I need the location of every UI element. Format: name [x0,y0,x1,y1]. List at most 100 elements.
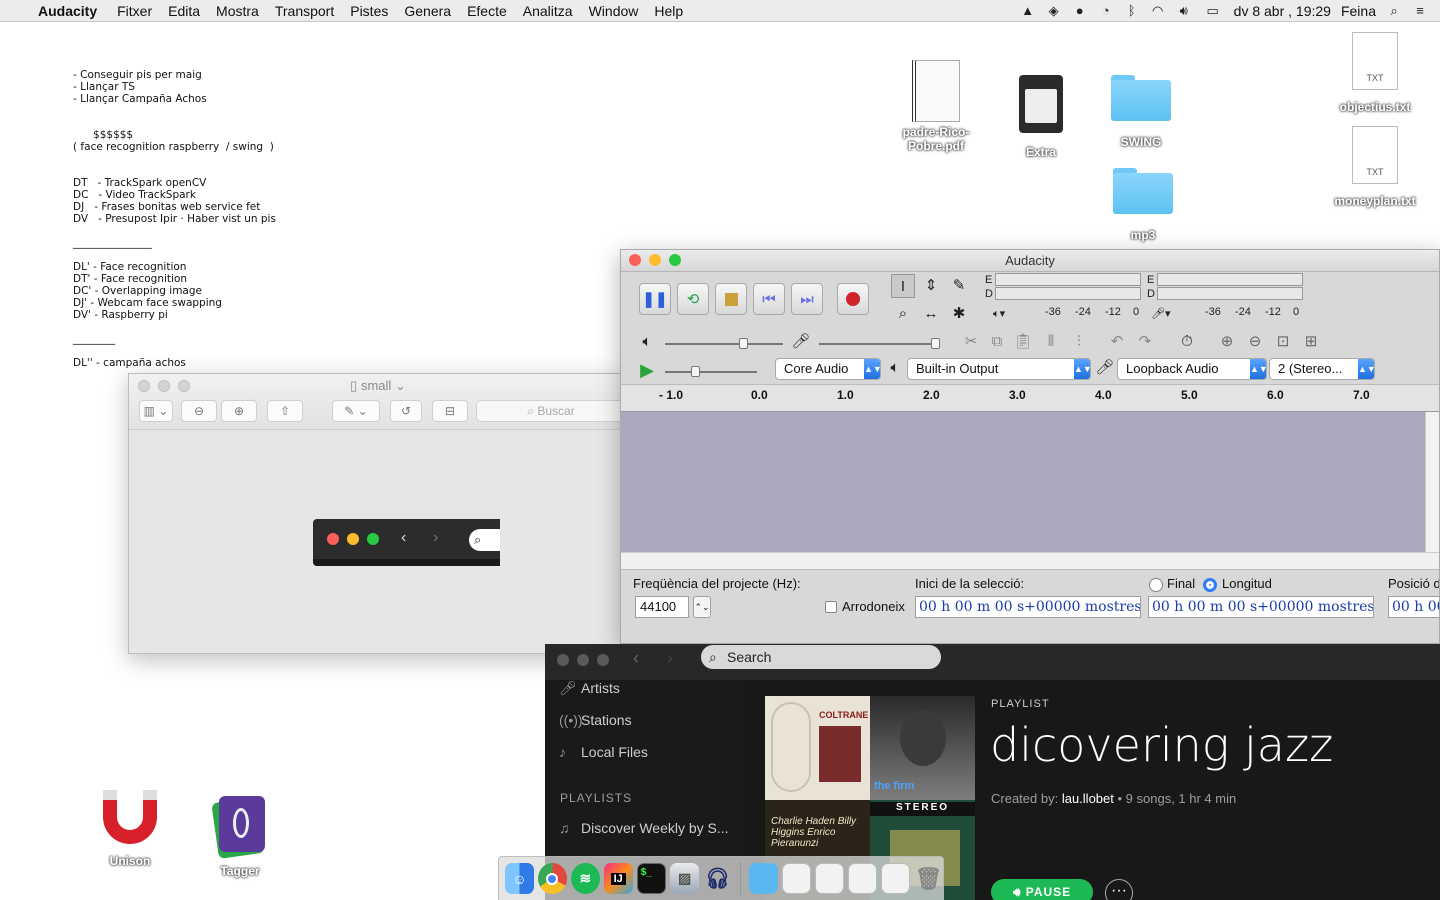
record-button[interactable] [837,283,869,315]
paste-icon[interactable]: 📋︎ [1011,330,1035,354]
bluetooth-icon[interactable]: ᛒ [1124,3,1140,19]
loop-play-button[interactable]: ⟲ [677,283,709,315]
image-stack-icon[interactable] [881,863,911,894]
menu-edita[interactable]: Edita [160,3,208,19]
recording-volume-slider[interactable] [819,338,940,349]
back-chevron-icon[interactable]: ‹ [633,648,639,669]
menu-pistes[interactable]: Pistes [342,3,396,19]
terminal-dock-icon[interactable]: $_ [636,863,667,894]
user-name[interactable]: Feina [1341,3,1376,19]
audacity-dock-icon[interactable]: 🎧︎ [703,863,732,894]
zoom-in-icon[interactable]: ⊕ [1215,330,1239,354]
zoom-out-icon[interactable]: ⊖ [1243,330,1267,354]
desktop-app-tagger[interactable]: Tagger [195,796,285,878]
input-channels-select[interactable]: 2 (Stereo... ▲▼ [1269,358,1376,380]
skip-end-button[interactable]: ⏭ [791,283,823,315]
stop-button[interactable] [715,283,747,315]
input-device-select[interactable]: Loopback Audio ▲▼ [1117,358,1268,380]
desktop-file-pdf[interactable]: padre-Rico-Pobre.pdf [891,60,981,153]
clock[interactable]: dv 8 abr , 19:29 [1234,3,1331,19]
minimize-button[interactable] [577,654,589,666]
zoom-out-button[interactable]: ⊖ [181,400,217,422]
sidebar-toggle-button[interactable]: ▥ ⌄ [139,400,173,422]
close-button[interactable] [557,654,569,666]
zoom-in-button[interactable]: ⊕ [221,400,257,422]
menu-help[interactable]: Help [646,3,691,19]
multi-tool[interactable]: ✱ [947,302,971,326]
cut-icon[interactable]: ✂ [959,330,983,354]
redo-icon[interactable]: ↷ [1133,330,1157,354]
preview-search-input[interactable]: ⌕ Buscar [476,400,626,422]
rotate-button[interactable]: ↺ [390,400,422,422]
notification-center-icon[interactable]: ≡ [1412,3,1428,19]
share-button[interactable]: ⇧ [267,400,303,422]
menu-efecte[interactable]: Efecte [459,3,515,19]
menu-analitza[interactable]: Analitza [515,3,581,19]
end-radio[interactable] [1149,578,1163,592]
bubble-icon[interactable]: ● [1072,3,1088,19]
playback-volume-slider[interactable] [665,338,783,349]
timeline-ruler[interactable] [621,384,1439,412]
menu-window[interactable]: Window [581,3,647,19]
desktop-disk-extra[interactable]: Extra [996,75,1086,159]
desktop-folder-swing[interactable]: SWING [1096,75,1186,149]
meter-bar-left-bottom[interactable] [995,287,1141,300]
selection-length-time[interactable]: 00 h 00 m 00 s+00000 mostres [1148,596,1374,618]
snap-checkbox[interactable] [825,601,837,613]
chevron-down-icon[interactable]: ⌄ [395,378,406,393]
slider-knob[interactable] [739,338,748,349]
pause-button[interactable]: 🔊︎ PAUSE [991,879,1093,900]
sidebar-item-stations[interactable]: ((•))Stations [559,712,632,728]
image-stack-icon[interactable] [847,863,878,894]
forward-chevron-icon[interactable]: › [667,648,673,669]
skip-start-button[interactable]: ⏮ [753,283,785,315]
spotify-search-input[interactable]: ⌕ Search [701,645,941,669]
folder-dock-icon[interactable] [748,863,778,894]
volume-icon[interactable]: 🔊︎ [1176,3,1192,19]
meter-bar-right-bottom[interactable] [1157,287,1303,300]
document-stack-icon[interactable] [814,863,844,894]
toolbox-button[interactable]: ⊟ [432,400,468,422]
menu-genera[interactable]: Genera [396,3,459,19]
project-rate-input[interactable]: 44100 [635,596,689,618]
playlist-owner-link[interactable]: lau.llobet [1062,791,1114,806]
spotify-dock-icon[interactable]: ≋ [570,863,600,894]
more-options-button[interactable]: ··· [1105,879,1133,900]
markup-button[interactable]: ✎ ⌄ [332,400,380,422]
document-stack-icon[interactable] [781,863,811,894]
playlist-item[interactable]: ♫ Discover Weekly by S... [559,820,729,836]
copy-icon[interactable]: ⧉ [985,330,1009,354]
selection-tool[interactable]: I [891,274,915,298]
finder-dock-icon[interactable]: ☺ [505,863,534,894]
menu-mostra[interactable]: Mostra [208,3,267,19]
chrome-dock-icon[interactable] [537,863,567,894]
time-shift-tool[interactable]: ↔ [919,302,943,326]
vertical-scrollbar[interactable] [1425,412,1439,552]
speaker-meter-icon[interactable]: 🔈︎▾ [993,307,1005,321]
desktop-file-objectius[interactable]: TXT objectius.txt [1330,32,1420,114]
trim-icon[interactable]: ⫴ [1039,330,1063,354]
undo-icon[interactable]: ↶ [1105,330,1129,354]
sidebar-item-local-files[interactable]: ♪ Local Files [559,744,648,760]
preview-dock-icon[interactable]: ▨ [670,863,700,894]
slider-knob[interactable] [931,338,940,349]
play-speed-slider[interactable] [665,366,757,377]
battery-icon[interactable]: ▭ [1202,3,1224,19]
audio-position-time[interactable]: 00 h 00 [1388,596,1439,618]
envelope-tool[interactable]: ⇕ [919,274,943,298]
draw-tool[interactable]: ✎ [947,274,971,298]
project-rate-stepper[interactable]: ⌃⌄ [693,596,711,618]
sync-lock-icon[interactable]: ⏱︎ [1175,330,1199,354]
output-device-select[interactable]: Built-in Output ▲▼ [907,358,1092,380]
zoom-button[interactable] [597,654,609,666]
time-machine-icon[interactable]: ◔ [1098,3,1114,19]
play-at-speed-icon[interactable]: ▶ [635,358,659,382]
audio-host-select[interactable]: Core Audio ▲▼ [775,358,882,380]
microphone-meter-icon[interactable]: 🎤︎▾ [1151,307,1171,320]
trash-icon[interactable]: 🗑︎ [914,863,943,894]
horizontal-scrollbar[interactable] [621,552,1439,569]
app-menu-name[interactable]: Audacity [38,3,97,19]
zoom-tool[interactable]: ⌕ [891,302,915,326]
fit-selection-icon[interactable]: ⊡ [1271,330,1295,354]
meter-bar-left-top[interactable] [995,273,1141,286]
